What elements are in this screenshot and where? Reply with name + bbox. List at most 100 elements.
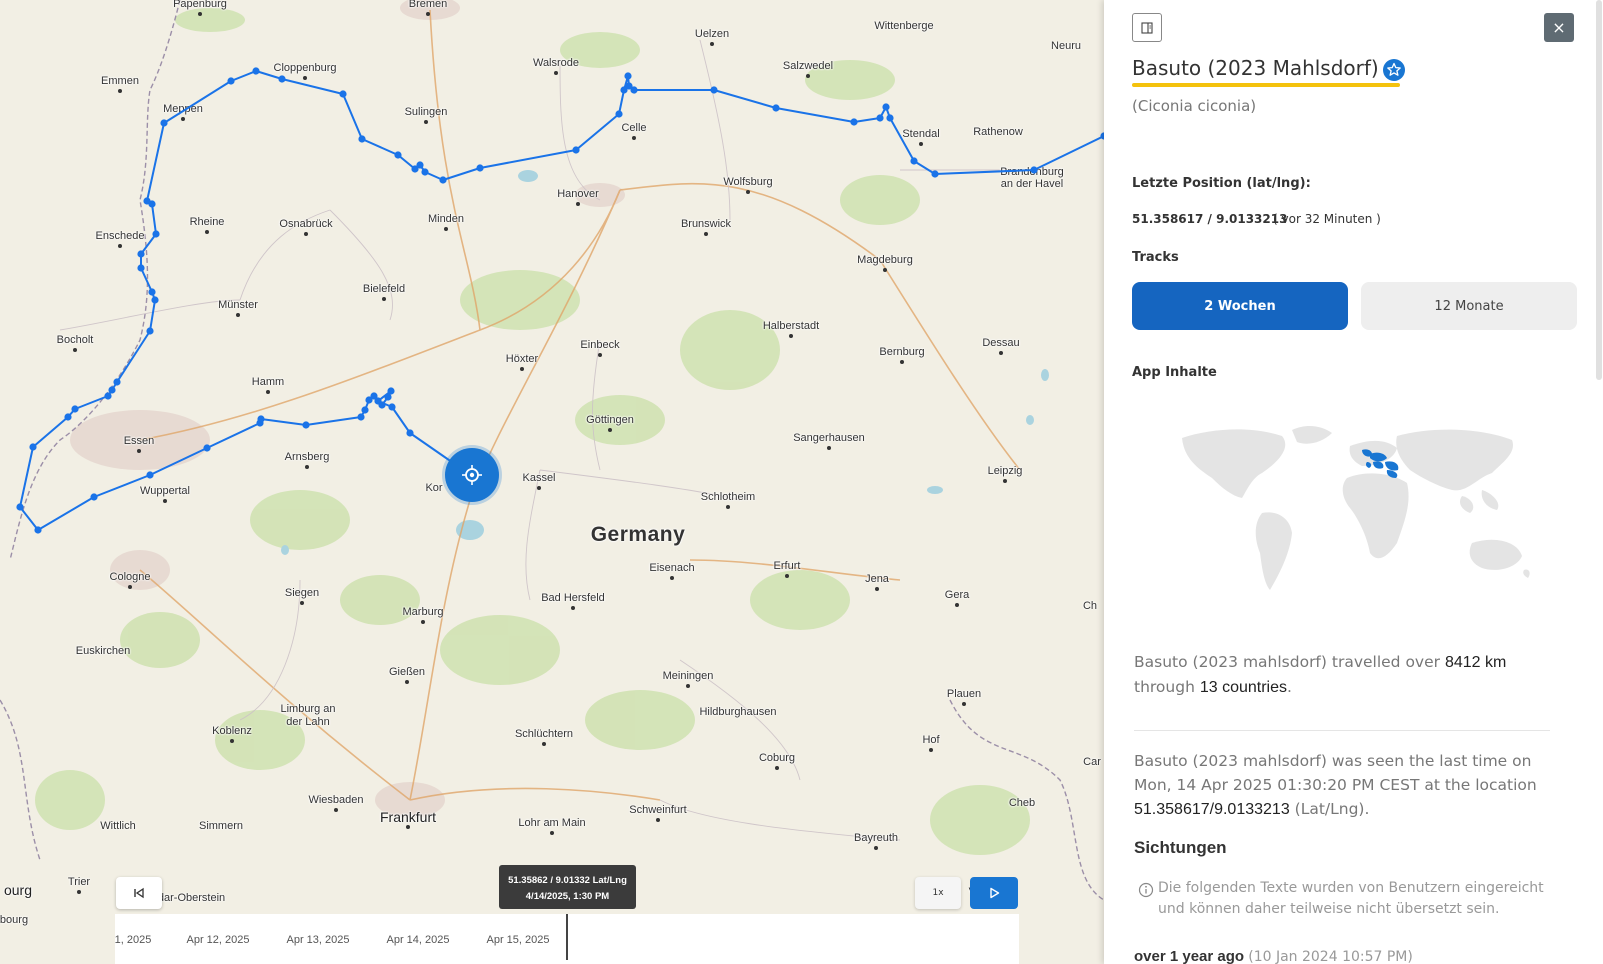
track-point[interactable] xyxy=(615,110,623,118)
skip-to-start-button[interactable] xyxy=(116,877,162,909)
track-point[interactable] xyxy=(108,386,116,394)
track-point[interactable] xyxy=(358,135,366,143)
track-point[interactable] xyxy=(439,176,447,184)
track-point[interactable] xyxy=(411,165,419,173)
last-seen-text: Basuto (2023 mahlsdorf) was seen the las… xyxy=(1134,752,1537,794)
track-point[interactable] xyxy=(71,405,79,413)
travel-countries: 13 countries xyxy=(1199,679,1288,696)
track-point[interactable] xyxy=(710,86,718,94)
track-point[interactable] xyxy=(394,151,402,159)
track-point[interactable] xyxy=(29,443,37,451)
track-point[interactable] xyxy=(64,413,72,421)
map-view[interactable]: Papenburg Bremen Uelzen Wittenberge Neuru Emm… xyxy=(0,0,1104,964)
track-point[interactable] xyxy=(476,164,484,172)
track-point[interactable] xyxy=(1030,166,1038,174)
crosshair-icon xyxy=(462,465,482,485)
track-point[interactable] xyxy=(160,119,168,127)
last-seen-coordinates: 51.358617/9.0133213 xyxy=(1134,801,1290,818)
world-map-visited-countries xyxy=(1182,426,1530,590)
track-point[interactable] xyxy=(257,415,265,423)
track-point[interactable] xyxy=(252,67,260,75)
play-button[interactable] xyxy=(970,877,1018,909)
track-point[interactable] xyxy=(152,230,160,238)
last-seen-summary: Basuto (2023 mahlsdorf) was seen the las… xyxy=(1134,749,1554,822)
timeline-tooltip: 51.35862 / 9.01332 Lat/Lng 4/14/2025, 1:… xyxy=(499,865,636,909)
playback-speed-button[interactable]: 1x xyxy=(915,877,961,909)
tracks-label: Tracks xyxy=(1132,250,1179,265)
track-point[interactable] xyxy=(850,118,858,126)
track-point[interactable] xyxy=(104,392,112,400)
last-position-label: Letzte Position (lat/lng): xyxy=(1132,176,1311,191)
sidebar-icon xyxy=(1141,21,1153,34)
track-point[interactable] xyxy=(16,503,24,511)
travel-summary-text: through xyxy=(1134,678,1200,696)
track-point[interactable] xyxy=(886,114,894,122)
travel-summary: Basuto (2023 mahlsdorf) travelled over 8… xyxy=(1134,650,1554,700)
track-point[interactable] xyxy=(137,250,145,258)
track-point[interactable] xyxy=(151,296,159,304)
last-position-value: 51.358617 / 9.0133213 xyxy=(1132,212,1288,226)
last-seen-text: (Lat/Lng). xyxy=(1289,800,1370,818)
track-point[interactable] xyxy=(146,327,154,335)
track-point[interactable] xyxy=(910,157,918,165)
track-point[interactable] xyxy=(876,114,884,122)
bird-name-title: Basuto (2023 Mahlsdorf) xyxy=(1132,56,1379,80)
app-content-label: App Inhalte xyxy=(1132,365,1217,380)
track-point[interactable] xyxy=(137,264,145,272)
close-icon: × xyxy=(1552,18,1566,37)
track-point[interactable] xyxy=(227,77,235,85)
track-point[interactable] xyxy=(278,75,286,83)
track-point[interactable] xyxy=(339,90,347,98)
play-icon xyxy=(990,887,1000,899)
current-position-marker[interactable] xyxy=(445,448,499,502)
sighting-entry: over 1 year ago (10 Jan 2024 10:57 PM) xyxy=(1134,948,1413,964)
timeline-cursor[interactable] xyxy=(566,914,568,960)
timeline-date-label: Apr 15, 2025 xyxy=(486,934,550,946)
tab-2-weeks[interactable]: 2 Wochen xyxy=(1132,282,1348,330)
track-point[interactable] xyxy=(388,403,396,411)
track-point[interactable] xyxy=(34,526,42,534)
close-button[interactable]: × xyxy=(1544,13,1574,42)
track-point[interactable] xyxy=(374,397,382,405)
track-point[interactable] xyxy=(421,168,429,176)
timeline-date-label: Apr 14, 2025 xyxy=(386,934,450,946)
bird-track xyxy=(16,67,1104,534)
timeline[interactable]: 1, 2025 Apr 12, 2025 Apr 13, 2025 Apr 14… xyxy=(115,914,1019,964)
sightings-heading: Sichtungen xyxy=(1134,838,1227,857)
tooltip-coordinates: 51.35862 / 9.01332 Lat/Lng xyxy=(508,875,627,886)
track-point[interactable] xyxy=(620,86,628,94)
track-point[interactable] xyxy=(357,413,365,421)
panel-toggle-button[interactable] xyxy=(1132,13,1162,42)
track-point[interactable] xyxy=(931,170,939,178)
timeline-date-label: Apr 12, 2025 xyxy=(186,934,250,946)
track-point[interactable] xyxy=(361,406,369,414)
track-point[interactable] xyxy=(302,421,310,429)
track-point[interactable] xyxy=(148,200,156,208)
panel-scrollbar[interactable] xyxy=(1596,0,1602,380)
track-point[interactable] xyxy=(148,288,156,296)
tooltip-timestamp: 4/14/2025, 1:30 PM xyxy=(525,891,610,902)
track-point[interactable] xyxy=(146,471,154,479)
track-point[interactable] xyxy=(624,72,632,80)
bird-detail-panel: × Basuto (2023 Mahlsdorf) (Ciconia cicon… xyxy=(1104,0,1603,964)
track-point[interactable] xyxy=(387,387,395,395)
tab-12-months[interactable]: 12 Monate xyxy=(1361,282,1577,330)
track-point[interactable] xyxy=(406,429,414,437)
sightings-disclaimer: Die folgenden Texte wurden von Benutzern… xyxy=(1158,880,1544,917)
track-point[interactable] xyxy=(772,104,780,112)
info-icon xyxy=(1138,882,1154,898)
verified-star-icon[interactable] xyxy=(1382,58,1406,82)
timeline-date-label: 1, 2025 xyxy=(115,934,152,946)
skip-back-icon xyxy=(134,887,144,899)
travel-distance: 8412 km xyxy=(1444,654,1507,671)
species-name: (Ciconia ciconia) xyxy=(1132,97,1257,115)
sighting-date: (10 Jan 2024 10:57 PM) xyxy=(1248,949,1413,964)
divider xyxy=(1134,730,1550,731)
track-point[interactable] xyxy=(882,103,890,111)
track-point[interactable] xyxy=(113,378,121,386)
track-line xyxy=(19,70,1104,531)
track-point[interactable] xyxy=(90,493,98,501)
track-point[interactable] xyxy=(572,146,580,154)
track-point[interactable] xyxy=(203,444,211,452)
title-underline xyxy=(1132,83,1400,87)
